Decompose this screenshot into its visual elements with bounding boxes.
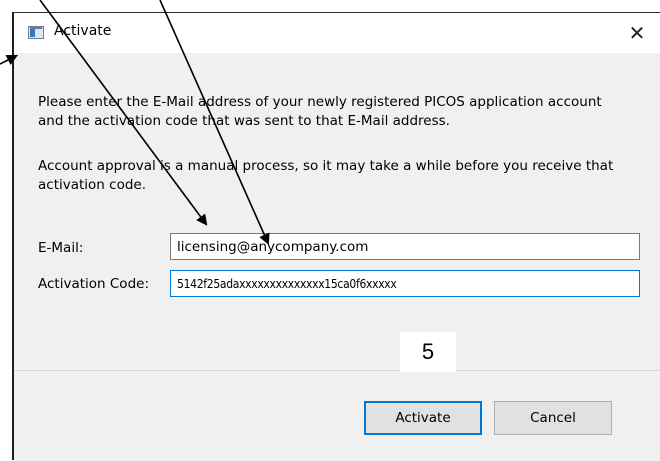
dialog-content: Please enter the E-Mail address of your …: [14, 53, 660, 370]
instruction-text: Please enter the E-Mail address of your …: [38, 94, 602, 129]
cancel-button[interactable]: Cancel: [494, 401, 612, 435]
title-bar: Activate ✕: [14, 13, 660, 53]
step-number-badge: 5: [400, 332, 456, 372]
approval-note: Account approval is a manual process, so…: [38, 158, 614, 193]
activation-code-label: Activation Code:: [38, 276, 149, 292]
dialog-footer: Activate Cancel: [14, 371, 660, 461]
activation-code-field[interactable]: [170, 270, 640, 297]
email-label: E-Mail:: [38, 240, 84, 256]
close-icon[interactable]: ✕: [614, 13, 660, 53]
email-field[interactable]: [170, 233, 640, 260]
activate-button[interactable]: Activate: [364, 401, 482, 435]
activate-dialog: Activate ✕ Please enter the E-Mail addre…: [12, 12, 660, 461]
window-title: Activate: [54, 23, 112, 39]
window-app-icon: [28, 26, 44, 39]
